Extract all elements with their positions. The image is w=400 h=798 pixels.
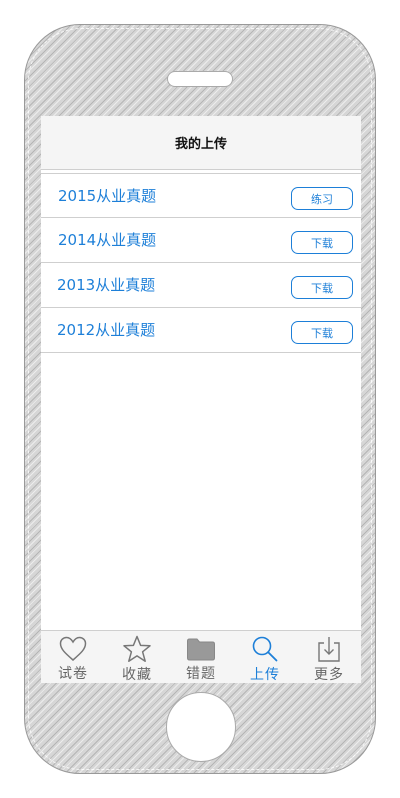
folder-icon <box>186 635 216 662</box>
practice-button[interactable]: 练习 <box>291 187 353 210</box>
download-button[interactable]: 下载 <box>291 276 353 299</box>
list-item[interactable]: 2012从业真题 下载 <box>41 308 361 353</box>
tab-bar: 试卷 收藏 错题 上传 更多 <box>41 630 361 683</box>
tab-wrong-questions[interactable]: 错题 <box>169 631 233 683</box>
list-item[interactable]: 2013从业真题 下载 <box>41 263 361 308</box>
tab-upload[interactable]: 上传 <box>233 631 297 683</box>
download-icon <box>314 635 344 663</box>
tab-label: 收藏 <box>122 667 152 683</box>
star-icon <box>122 635 152 663</box>
list-item-title: 2012从业真题 <box>57 321 156 339</box>
list-item-title: 2014从业真题 <box>58 231 157 249</box>
page-title: 我的上传 <box>174 137 227 152</box>
phone-frame: 我的上传 2015从业真题 练习 2014从业真题 下载 2013从业真题 下载… <box>24 24 376 774</box>
list-item-title: 2013从业真题 <box>57 276 156 294</box>
search-icon <box>250 635 280 663</box>
download-button[interactable]: 下载 <box>291 231 353 254</box>
home-button[interactable] <box>166 692 236 762</box>
heart-icon <box>58 635 88 662</box>
tab-label: 错题 <box>186 666 216 682</box>
tab-favorites[interactable]: 收藏 <box>105 631 169 683</box>
tab-label: 试卷 <box>58 666 88 682</box>
tab-label: 更多 <box>314 667 344 683</box>
list-item[interactable]: 2014从业真题 下载 <box>41 218 361 263</box>
upload-list: 2015从业真题 练习 2014从业真题 下载 2013从业真题 下载 2012… <box>41 173 361 353</box>
app-screen: 我的上传 2015从业真题 练习 2014从业真题 下载 2013从业真题 下载… <box>41 116 361 683</box>
navigation-bar: 我的上传 <box>41 116 361 170</box>
phone-speaker <box>167 71 233 87</box>
list-item-title: 2015从业真题 <box>58 187 157 205</box>
tab-more[interactable]: 更多 <box>297 631 361 683</box>
tab-label: 上传 <box>250 667 280 683</box>
download-button[interactable]: 下载 <box>291 321 353 344</box>
tab-papers[interactable]: 试卷 <box>41 631 105 683</box>
list-item[interactable]: 2015从业真题 练习 <box>41 173 361 218</box>
